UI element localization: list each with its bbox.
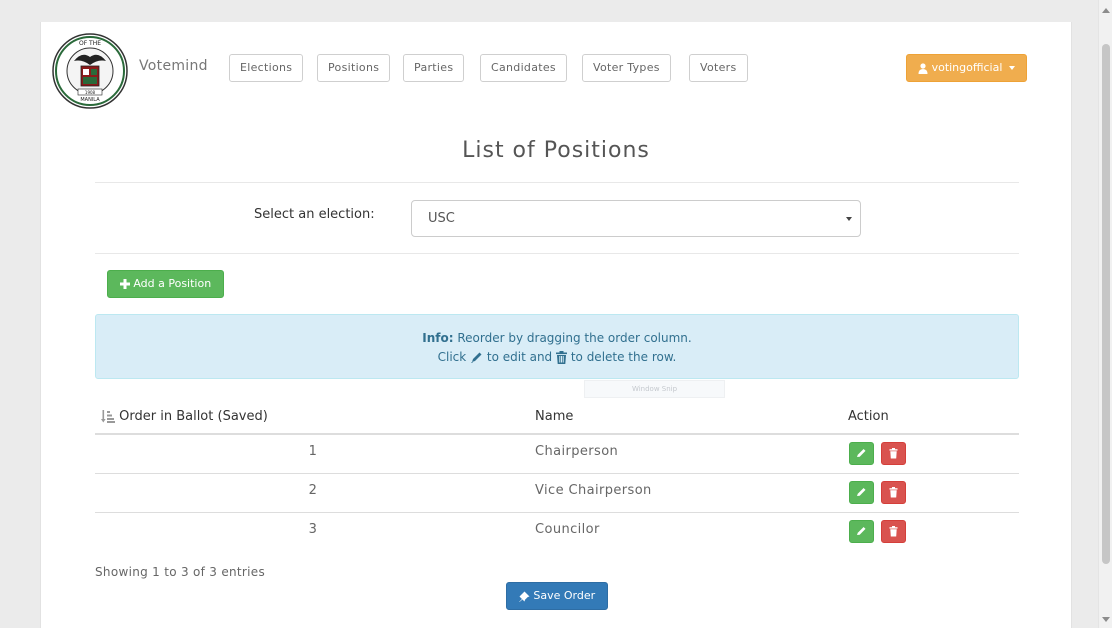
user-icon (918, 62, 928, 74)
pencil-icon (857, 449, 866, 457)
delete-row-button[interactable] (881, 520, 906, 543)
divider (95, 253, 1019, 254)
row-name-cell: Councilor (535, 522, 600, 537)
sort-icon (101, 410, 115, 423)
trash-icon (889, 526, 898, 537)
nav-voter-types[interactable]: Voter Types (582, 54, 671, 82)
pencil-icon (471, 352, 482, 363)
column-header-order[interactable]: Order in Ballot (Saved) (101, 409, 268, 424)
info-text-2b: to edit and (486, 350, 553, 364)
page-title: List of Positions (462, 138, 650, 163)
row-name-cell: Chairperson (535, 444, 619, 459)
caret-down-icon (1008, 66, 1015, 70)
table-entries-info: Showing 1 to 3 of 3 entries (95, 565, 266, 579)
vertical-scrollbar[interactable] (1098, 0, 1112, 628)
trash-icon (556, 351, 567, 364)
table-header-divider (95, 433, 1019, 435)
info-prefix: Info: (422, 331, 454, 345)
user-menu-button[interactable]: votingofficial (906, 54, 1027, 82)
info-text-2c: to delete the row. (570, 350, 677, 364)
column-header-name[interactable]: Name (535, 409, 573, 424)
save-order-label: Save Order (533, 589, 596, 602)
nav-parties[interactable]: Parties (403, 54, 465, 82)
save-order-button[interactable]: Save Order (506, 582, 608, 610)
nav-candidates[interactable]: Candidates (480, 54, 567, 82)
seal-text-top: OF THE (79, 40, 101, 47)
info-text-1: Reorder by dragging the order column. (457, 331, 692, 345)
select-arrow-icon (846, 217, 852, 221)
pencil-icon (857, 488, 866, 496)
row-divider (95, 473, 1019, 474)
scroll-up-icon[interactable] (1102, 8, 1110, 13)
info-line-1: Info: Reorder by dragging the order colu… (96, 329, 1018, 348)
election-select-value: USC (428, 211, 455, 226)
nav-positions[interactable]: Positions (317, 54, 391, 82)
column-header-order-label: Order in Ballot (Saved) (119, 409, 268, 424)
column-header-action: Action (848, 409, 889, 424)
university-seal-logo[interactable]: OF THE MANILA 1908 (52, 33, 128, 109)
scroll-down-icon[interactable] (1102, 617, 1110, 622)
trash-icon (889, 448, 898, 459)
info-text-2a: Click (437, 350, 467, 364)
pencil-icon (857, 527, 866, 535)
election-select[interactable]: USC (411, 200, 861, 237)
window-snip-overlay: Window Snip (584, 380, 725, 398)
nav-voters[interactable]: Voters (689, 54, 748, 82)
edit-row-button[interactable] (849, 442, 874, 465)
user-name: votingofficial (931, 61, 1003, 74)
info-line-2: Click to edit and to delete the row. (96, 348, 1018, 367)
pushpin-icon (518, 591, 530, 602)
plus-icon (119, 279, 130, 289)
row-order-cell[interactable]: 3 (305, 522, 321, 537)
election-select-label: Select an election: (254, 207, 375, 222)
delete-row-button[interactable] (881, 481, 906, 504)
seal-text-bottom: MANILA (80, 97, 100, 103)
divider (95, 182, 1019, 183)
row-divider (95, 512, 1019, 513)
add-position-button[interactable]: Add a Position (107, 270, 224, 298)
edit-row-button[interactable] (849, 520, 874, 543)
row-name-cell: Vice Chairperson (535, 483, 652, 498)
add-position-label: Add a Position (133, 277, 212, 290)
brand-name[interactable]: Votemind (139, 58, 208, 74)
trash-icon (889, 487, 898, 498)
scrollbar-thumb[interactable] (1102, 44, 1110, 564)
info-alert: Info: Reorder by dragging the order colu… (95, 314, 1019, 379)
delete-row-button[interactable] (881, 442, 906, 465)
seal-year: 1908 (85, 90, 96, 95)
nav-elections[interactable]: Elections (229, 54, 304, 82)
edit-row-button[interactable] (849, 481, 874, 504)
row-order-cell[interactable]: 2 (305, 483, 321, 498)
row-order-cell[interactable]: 1 (305, 444, 321, 459)
